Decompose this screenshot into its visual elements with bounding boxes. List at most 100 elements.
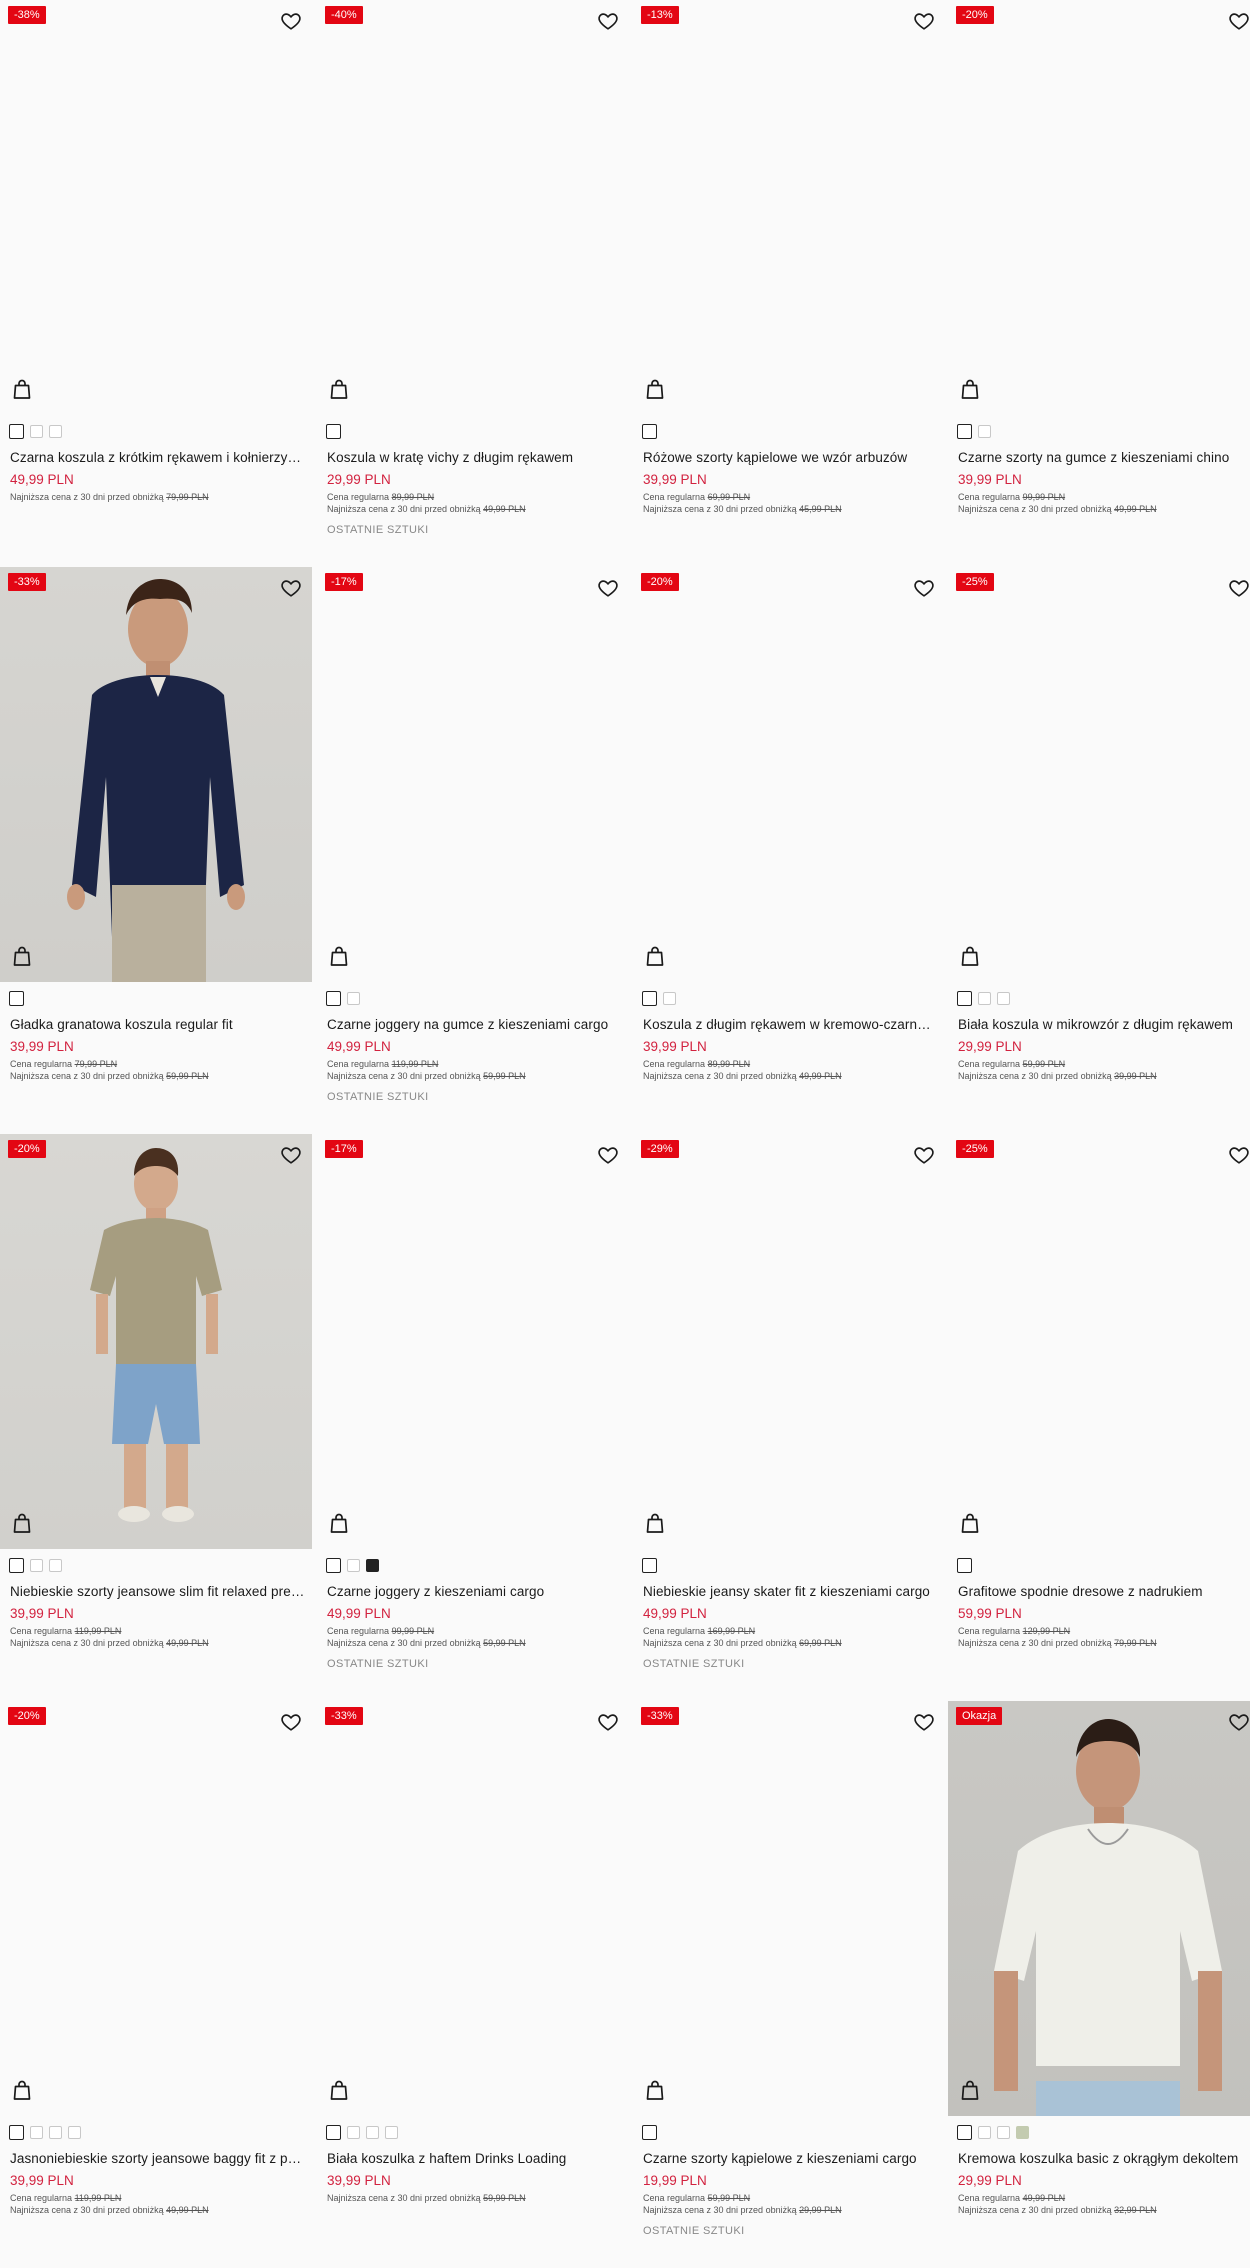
- shopping-bag-icon[interactable]: [329, 2079, 349, 2101]
- product-name[interactable]: Czarne szorty kąpielowe z kieszeniami ca…: [643, 2151, 938, 2166]
- color-swatch[interactable]: [366, 1559, 379, 1572]
- product-name[interactable]: Koszula w kratę vichy z długim rękawem: [327, 450, 622, 465]
- product-name[interactable]: Czarne joggery z kieszeniami cargo: [327, 1584, 622, 1599]
- product-card[interactable]: -20% Niebieskie szorty jeansowe slim fit …: [0, 1134, 312, 1701]
- color-swatch[interactable]: [1016, 2126, 1029, 2139]
- heart-icon[interactable]: [913, 10, 935, 32]
- color-swatch[interactable]: [9, 424, 24, 439]
- color-swatch[interactable]: [30, 2126, 43, 2139]
- product-image[interactable]: [317, 0, 629, 415]
- heart-icon[interactable]: [1228, 1144, 1250, 1166]
- product-image[interactable]: [0, 1701, 312, 2116]
- color-swatch[interactable]: [642, 424, 657, 439]
- shopping-bag-icon[interactable]: [960, 1512, 980, 1534]
- heart-icon[interactable]: [913, 577, 935, 599]
- product-name[interactable]: Czarne joggery na gumce z kieszeniami ca…: [327, 1017, 622, 1032]
- heart-icon[interactable]: [597, 10, 619, 32]
- product-name[interactable]: Kremowa koszulka basic z okrągłym dekolt…: [958, 2151, 1250, 2166]
- color-swatch[interactable]: [385, 2126, 398, 2139]
- color-swatch[interactable]: [957, 991, 972, 1006]
- product-name[interactable]: Biała koszula w mikrowzór z długim rękaw…: [958, 1017, 1250, 1032]
- color-swatch[interactable]: [49, 425, 62, 438]
- product-card[interactable]: -33% Biała koszulka z haftem Drinks Loadi…: [317, 1701, 629, 2268]
- heart-icon[interactable]: [1228, 1711, 1250, 1733]
- shopping-bag-icon[interactable]: [12, 378, 32, 400]
- product-name[interactable]: Różowe szorty kąpielowe we wzór arbuzów: [643, 450, 938, 465]
- color-swatch[interactable]: [957, 1558, 972, 1573]
- product-card[interactable]: -25% Grafitowe spodnie dresowe z nadrukie…: [948, 1134, 1250, 1701]
- color-swatch[interactable]: [347, 992, 360, 1005]
- color-swatch[interactable]: [49, 2126, 62, 2139]
- heart-icon[interactable]: [280, 10, 302, 32]
- product-image[interactable]: [0, 0, 312, 415]
- color-swatch[interactable]: [347, 2126, 360, 2139]
- color-swatch[interactable]: [49, 1559, 62, 1572]
- shopping-bag-icon[interactable]: [960, 2079, 980, 2101]
- heart-icon[interactable]: [280, 1711, 302, 1733]
- color-swatch[interactable]: [366, 2126, 379, 2139]
- product-image[interactable]: [633, 0, 945, 415]
- shopping-bag-icon[interactable]: [329, 378, 349, 400]
- product-card[interactable]: -20% Jasnoniebieskie szorty jeansowe bagg…: [0, 1701, 312, 2268]
- product-name[interactable]: Czarne szorty na gumce z kieszeniami chi…: [958, 450, 1250, 465]
- color-swatch[interactable]: [978, 2126, 991, 2139]
- color-swatch[interactable]: [326, 424, 341, 439]
- product-name[interactable]: Gładka granatowa koszula regular fit: [10, 1017, 305, 1032]
- color-swatch[interactable]: [978, 425, 991, 438]
- heart-icon[interactable]: [913, 1711, 935, 1733]
- heart-icon[interactable]: [597, 1711, 619, 1733]
- color-swatch[interactable]: [30, 425, 43, 438]
- product-image[interactable]: [317, 1701, 629, 2116]
- heart-icon[interactable]: [597, 1144, 619, 1166]
- product-name[interactable]: Niebieskie jeansy skater fit z kieszenia…: [643, 1584, 938, 1599]
- color-swatch[interactable]: [997, 2126, 1010, 2139]
- color-swatch[interactable]: [326, 991, 341, 1006]
- heart-icon[interactable]: [280, 1144, 302, 1166]
- shopping-bag-icon[interactable]: [12, 1512, 32, 1534]
- color-swatch[interactable]: [9, 1558, 24, 1573]
- color-swatch[interactable]: [997, 992, 1010, 1005]
- product-card[interactable]: -29% Niebieskie jeansy skater fit z kiesz…: [633, 1134, 945, 1701]
- product-card[interactable]: -13% Różowe szorty kąpielowe we wzór arbu…: [633, 0, 945, 567]
- product-name[interactable]: Czarna koszula z krótkim rękawem i kołni…: [10, 450, 305, 465]
- color-swatch[interactable]: [957, 2125, 972, 2140]
- color-swatch[interactable]: [642, 2125, 657, 2140]
- shopping-bag-icon[interactable]: [960, 378, 980, 400]
- color-swatch[interactable]: [9, 991, 24, 1006]
- product-name[interactable]: Niebieskie szorty jeansowe slim fit rela…: [10, 1584, 305, 1599]
- color-swatch[interactable]: [642, 1558, 657, 1573]
- color-swatch[interactable]: [326, 1558, 341, 1573]
- color-swatch[interactable]: [30, 1559, 43, 1572]
- shopping-bag-icon[interactable]: [645, 945, 665, 967]
- shopping-bag-icon[interactable]: [329, 1512, 349, 1534]
- product-image[interactable]: [948, 1701, 1250, 2116]
- color-swatch[interactable]: [347, 1559, 360, 1572]
- heart-icon[interactable]: [1228, 10, 1250, 32]
- product-card[interactable]: Okazja Kremowa koszulka basic z okrągłym …: [948, 1701, 1250, 2268]
- product-name[interactable]: Jasnoniebieskie szorty jeansowe baggy fi…: [10, 2151, 305, 2166]
- color-swatch[interactable]: [957, 424, 972, 439]
- product-image[interactable]: [0, 1134, 312, 1549]
- heart-icon[interactable]: [1228, 577, 1250, 599]
- heart-icon[interactable]: [597, 577, 619, 599]
- product-name[interactable]: Koszula z długim rękawem w kremowo-czarn…: [643, 1017, 938, 1032]
- product-image[interactable]: [0, 567, 312, 982]
- shopping-bag-icon[interactable]: [12, 945, 32, 967]
- product-card[interactable]: -20% Czarne szorty na gumce z kieszeniami…: [948, 0, 1250, 567]
- product-image[interactable]: [948, 567, 1250, 982]
- shopping-bag-icon[interactable]: [960, 945, 980, 967]
- heart-icon[interactable]: [280, 577, 302, 599]
- product-name[interactable]: Biała koszulka z haftem Drinks Loading: [327, 2151, 622, 2166]
- product-card[interactable]: -17% Czarne joggery na gumce z kieszeniam…: [317, 567, 629, 1134]
- shopping-bag-icon[interactable]: [12, 2079, 32, 2101]
- product-image[interactable]: [633, 567, 945, 982]
- shopping-bag-icon[interactable]: [645, 378, 665, 400]
- product-card[interactable]: -40% Koszula w kratę vichy z długim rękaw…: [317, 0, 629, 567]
- shopping-bag-icon[interactable]: [329, 945, 349, 967]
- product-image[interactable]: [948, 1134, 1250, 1549]
- product-card[interactable]: -25% Biała koszula w mikrowzór z długim r…: [948, 567, 1250, 1134]
- color-swatch[interactable]: [68, 2126, 81, 2139]
- product-image[interactable]: [317, 1134, 629, 1549]
- shopping-bag-icon[interactable]: [645, 1512, 665, 1534]
- color-swatch[interactable]: [326, 2125, 341, 2140]
